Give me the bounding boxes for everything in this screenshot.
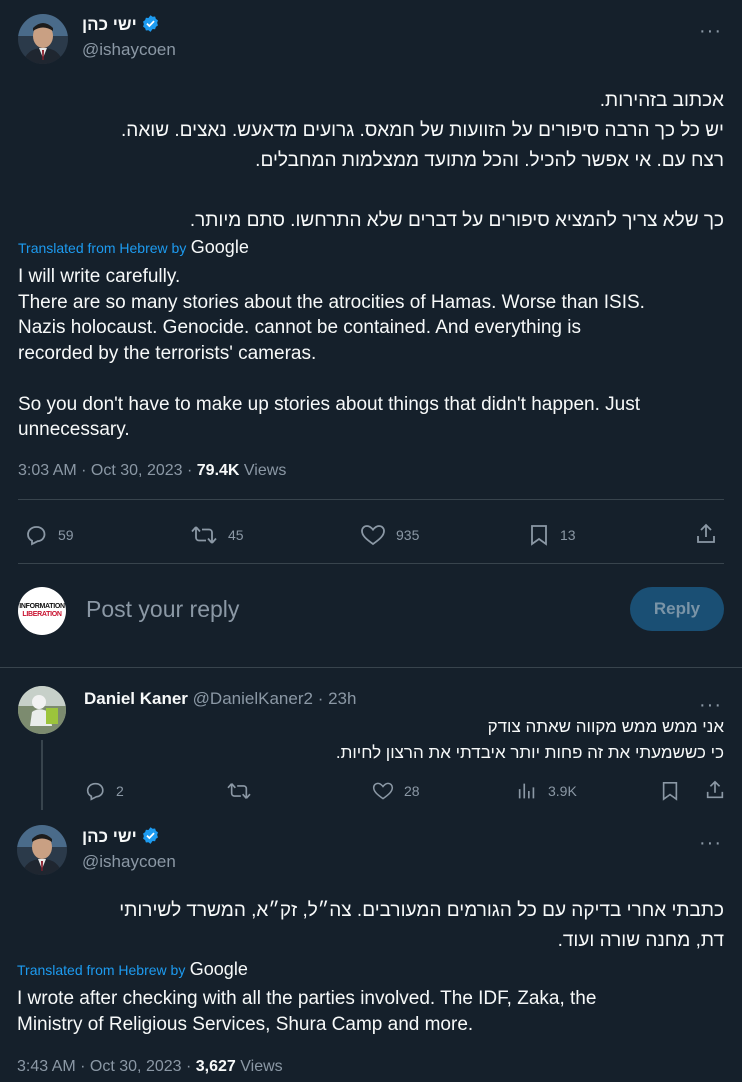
views-count: 3.9K xyxy=(548,783,577,799)
retweet-action[interactable]: 45 xyxy=(190,523,244,547)
tweet-time[interactable]: 3:03 AM xyxy=(18,462,77,479)
reply-author-row: Daniel Kaner @DanielKaner2 · 23h xyxy=(84,689,357,708)
reply-input[interactable]: Post your reply xyxy=(86,596,239,623)
translated-label: Translated from Hebrew by xyxy=(18,240,187,256)
reply-action[interactable]: 2 xyxy=(84,780,124,802)
heart-icon xyxy=(372,782,394,800)
tweet-text-english: I wrote after checking with all the part… xyxy=(17,988,597,1035)
reply-icon xyxy=(86,782,104,801)
avatar-photo-icon xyxy=(18,14,68,64)
share-action[interactable] xyxy=(694,522,718,546)
tweet-metadata: 3:03 AM · Oct 30, 2023 · 79.4K Views xyxy=(18,462,287,479)
reply-author-avatar[interactable] xyxy=(18,686,66,734)
avatar-logo-text-2: LIBERATION xyxy=(22,611,62,618)
reply-time[interactable]: 23h xyxy=(328,689,356,708)
retweet-icon xyxy=(191,526,217,544)
google-logo: Google xyxy=(190,237,249,257)
divider xyxy=(18,563,724,564)
heart-icon xyxy=(361,525,385,546)
more-options-icon[interactable]: ··· xyxy=(699,21,722,41)
like-action[interactable]: 28 xyxy=(372,780,420,802)
more-options-icon[interactable]: ··· xyxy=(699,695,722,715)
bookmark-action[interactable] xyxy=(660,780,680,802)
reply-button[interactable]: Reply xyxy=(630,587,724,631)
tweet-text-hebrew: אכתוב בזהירות. יש כל כך הרבה סיפורים על … xyxy=(121,90,724,231)
like-count: 28 xyxy=(404,783,420,799)
share-action[interactable] xyxy=(704,779,726,801)
reply-action[interactable]: 59 xyxy=(24,523,74,547)
translated-label: Translated from Hebrew by xyxy=(17,962,186,978)
tweet-text-english: I will write carefully. There are so man… xyxy=(18,266,645,440)
tweet-metadata: 3:43 AM · Oct 30, 2023 · 3,627 Views xyxy=(17,1058,283,1075)
tweet-date[interactable]: Oct 30, 2023 xyxy=(91,462,183,479)
tweet-date[interactable]: Oct 30, 2023 xyxy=(90,1058,182,1075)
views-label: Views xyxy=(243,462,287,479)
author-name[interactable]: ישי כהן xyxy=(82,15,137,34)
google-logo: Google xyxy=(189,959,248,979)
tweet-text-hebrew: כתבתי אחרי בדיקה עם כל הגורמים המעורבים.… xyxy=(119,900,724,951)
author-name-row[interactable]: ישי כהן xyxy=(82,14,176,37)
thread-connector-line xyxy=(41,740,43,810)
verified-badge-icon xyxy=(142,15,158,32)
current-user-avatar[interactable]: INFORMATION LIBERATION xyxy=(18,587,66,635)
author-name-row[interactable]: ישי כהן xyxy=(82,826,176,849)
views-label: Views xyxy=(240,1058,283,1075)
views-count[interactable]: 3,627 xyxy=(196,1058,236,1075)
verified-badge-icon xyxy=(142,827,158,844)
views-count[interactable]: 79.4K xyxy=(197,462,240,479)
bookmark-icon xyxy=(531,525,547,546)
author-block: ישי כהן @ishaycoen xyxy=(82,826,176,872)
more-options-icon[interactable]: ··· xyxy=(699,833,722,853)
avatar-logo-text-1: INFORMATION xyxy=(19,603,65,610)
avatar[interactable] xyxy=(17,825,67,875)
translation-attribution: Translated from Hebrew by Google xyxy=(17,959,248,980)
bookmark-count: 13 xyxy=(560,527,576,543)
bookmark-icon xyxy=(662,782,678,801)
analytics-icon xyxy=(518,783,535,799)
reply-icon xyxy=(27,526,46,546)
share-icon xyxy=(697,523,715,543)
divider xyxy=(18,499,724,500)
reply-author-name[interactable]: Daniel Kaner xyxy=(84,689,188,708)
author-handle[interactable]: @ishaycoen xyxy=(82,40,176,60)
retweet-icon xyxy=(227,783,251,799)
like-action[interactable]: 935 xyxy=(360,523,419,547)
tweet-time[interactable]: 3:43 AM xyxy=(17,1058,76,1075)
like-count: 935 xyxy=(396,527,420,543)
retweet-action[interactable] xyxy=(226,780,252,802)
divider xyxy=(0,667,742,668)
views-action[interactable]: 3.9K xyxy=(516,780,577,802)
avatar-photo-icon xyxy=(18,686,66,734)
avatar[interactable] xyxy=(18,14,68,64)
avatar-photo-icon xyxy=(17,825,67,875)
reply-count: 59 xyxy=(58,527,74,543)
reply-count: 2 xyxy=(116,783,124,799)
reply-text: אני ממש ממש מקווה שאתה צודק כי כששמעתי א… xyxy=(335,717,724,762)
author-handle[interactable]: @ishaycoen xyxy=(82,852,176,872)
share-icon xyxy=(706,780,724,799)
retweet-count: 45 xyxy=(228,527,244,543)
reply-author-handle[interactable]: @DanielKaner2 xyxy=(193,689,313,708)
translation-attribution: Translated from Hebrew by Google xyxy=(18,237,249,258)
author-name[interactable]: ישי כהן xyxy=(82,827,137,846)
bookmark-action[interactable]: 13 xyxy=(528,523,576,547)
author-block: ישי כהן @ishaycoen xyxy=(82,14,176,60)
